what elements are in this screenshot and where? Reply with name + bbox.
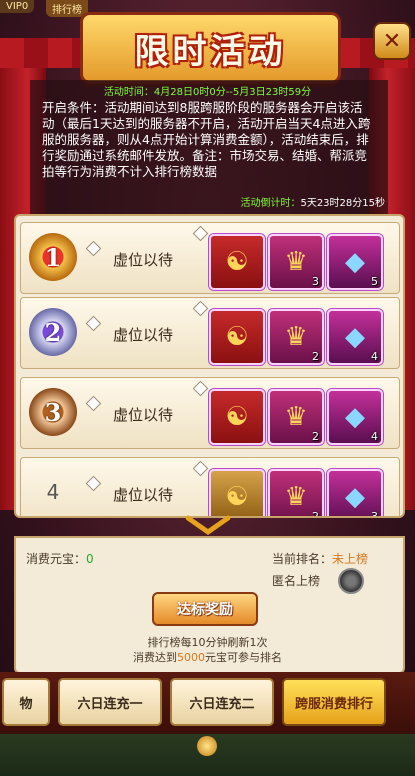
diamond-icon: [85, 475, 102, 492]
ranking-list[interactable]: 1 虚位以待 ☯ ♛ 3 ◆ 5 2 虚位以待 ☯ ♛ 2 ◆ 4 3 虚位以待 ☯ ♛…: [14, 214, 405, 518]
close-button[interactable]: ✕: [373, 22, 411, 60]
item-count: 3: [312, 275, 319, 288]
tab-six-day-recharge-2[interactable]: 六日连充二: [170, 678, 274, 726]
diamond-icon: [192, 300, 209, 317]
chevron-down-icon[interactable]: [183, 514, 233, 536]
helmet-icon[interactable]: ♛ 2: [268, 389, 324, 445]
rank-medal-gold-icon: 1: [29, 233, 77, 281]
rank-medal-bronze-icon: 3: [29, 388, 77, 436]
diamond-icon: [85, 315, 102, 332]
page-title: 限时活动: [134, 31, 287, 72]
rank-row-3: 3 虚位以待 ☯ ♛ 2 ◆ 4: [20, 377, 400, 449]
tab-six-day-recharge-1[interactable]: 六日连充一: [58, 678, 162, 726]
player-name: 虚位以待: [113, 326, 174, 344]
token-icon[interactable]: ☯: [209, 309, 265, 365]
diamond-icon: [192, 225, 209, 242]
helmet-icon[interactable]: ♛ 2: [268, 469, 324, 518]
countdown: 活动倒计时：5天23时28分15秒: [240, 194, 385, 209]
requirement-value: 5000: [177, 651, 205, 664]
tab-item-partial[interactable]: 物: [2, 678, 50, 726]
item-count: 2: [312, 510, 319, 518]
rank-row-1: 1 虚位以待 ☯ ♛ 3 ◆ 5: [20, 222, 400, 294]
title-banner: 限时活动: [80, 12, 341, 84]
diamond-icon: [85, 240, 102, 257]
rank-row-2: 2 虚位以待 ☯ ♛ 2 ◆ 4: [20, 297, 400, 369]
helmet-icon[interactable]: ♛ 3: [268, 234, 324, 290]
item-count: 3: [371, 510, 378, 518]
crystal-icon[interactable]: ◆ 4: [327, 389, 383, 445]
close-icon: ✕: [382, 28, 402, 54]
item-count: 4: [371, 350, 378, 363]
claim-reward-button[interactable]: 达标奖励: [152, 592, 258, 626]
countdown-value: 5天23时28分15秒: [300, 198, 385, 209]
rank-row-4: 4 虚位以待 ☯ ♛ 2 ◆ 3: [20, 457, 400, 518]
item-count: 2: [312, 430, 319, 443]
current-rank-value: 未上榜: [332, 552, 369, 566]
player-name: 虚位以待: [113, 406, 174, 424]
vip-badge[interactable]: VIP0: [0, 0, 35, 13]
item-count: 2: [312, 350, 319, 363]
tab-cross-server-spending-rank[interactable]: 跨服消费排行: [282, 678, 386, 726]
crystal-icon[interactable]: ◆ 5: [327, 234, 383, 290]
token-icon[interactable]: ☯: [209, 389, 265, 445]
player-name: 虚位以待: [113, 251, 174, 269]
diamond-icon: [192, 380, 209, 397]
helmet-icon[interactable]: ♛ 2: [268, 309, 324, 365]
crystal-icon[interactable]: ◆ 3: [327, 469, 383, 518]
current-rank: 当前排名：未上榜: [272, 552, 369, 566]
player-name: 虚位以待: [113, 486, 174, 504]
countdown-label: 活动倒计时：: [240, 198, 301, 209]
token-icon[interactable]: ☯: [209, 469, 265, 516]
anonymous-label: 匿名上榜: [272, 574, 321, 588]
diamond-icon: [192, 460, 209, 477]
spent-label: 消费元宝：0: [26, 552, 94, 566]
ornament-bead-icon: [197, 736, 217, 756]
diamond-icon: [85, 395, 102, 412]
refresh-note: 排行榜每10分钟刷新1次: [147, 636, 268, 649]
token-icon[interactable]: ☯: [209, 234, 265, 290]
item-count: 4: [371, 430, 378, 443]
anonymous-toggle[interactable]: [338, 568, 364, 594]
spent-value: 0: [86, 552, 94, 566]
activity-description: 开启条件：活动期间达到8服跨服阶段的服务器会开启该活动（最后1天达到的服务器不开…: [42, 100, 371, 179]
rank-number: 4: [46, 480, 60, 504]
item-count: 5: [371, 275, 378, 288]
rank-medal-silver-icon: 2: [29, 308, 77, 356]
activity-time: 活动时间：4月28日0时0分--5月3日23时59分: [103, 87, 312, 98]
requirement-note: 消费达到5000元宝可参与排名: [133, 651, 282, 664]
crystal-icon[interactable]: ◆ 4: [327, 309, 383, 365]
